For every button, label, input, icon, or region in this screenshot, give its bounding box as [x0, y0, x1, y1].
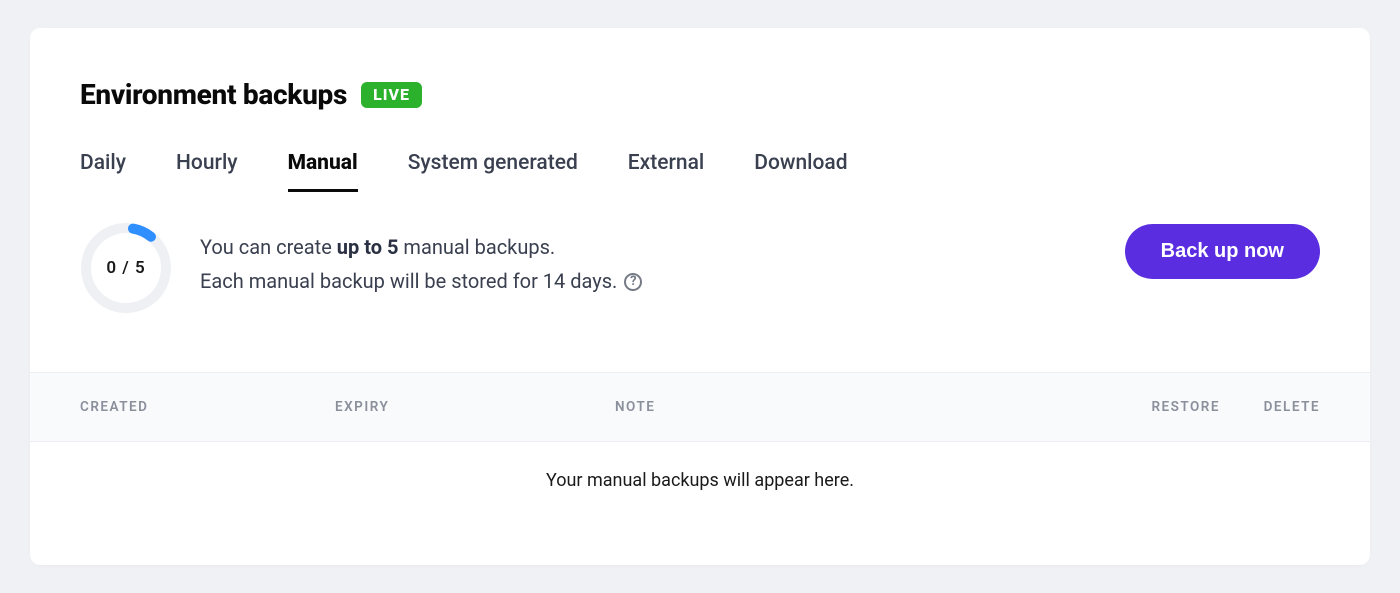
info-line-1-pre: You can create: [200, 235, 337, 259]
column-header-delete: DELETE: [1220, 399, 1320, 415]
page-title: Environment backups: [80, 78, 347, 111]
tab-external[interactable]: External: [628, 151, 704, 192]
tabs: Daily Hourly Manual System generated Ext…: [30, 111, 1370, 192]
info-row: 0 / 5 You can create up to 5 manual back…: [30, 192, 1370, 314]
backups-card: Environment backups LIVE Daily Hourly Ma…: [30, 28, 1370, 565]
gauge-label: 0 / 5: [80, 222, 172, 314]
tab-download[interactable]: Download: [754, 151, 847, 192]
tab-daily[interactable]: Daily: [80, 151, 126, 192]
info-line-1-strong: up to 5: [337, 235, 399, 259]
backup-now-button[interactable]: Back up now: [1125, 224, 1320, 279]
info-line-2-text: Each manual backup will be stored for 14…: [200, 269, 617, 293]
help-icon[interactable]: ?: [624, 273, 642, 291]
usage-gauge: 0 / 5: [80, 222, 172, 314]
column-header-created: CREATED: [80, 399, 335, 415]
header-row: Environment backups LIVE: [30, 28, 1370, 111]
table-header: CREATED EXPIRY NOTE RESTORE DELETE: [30, 372, 1370, 442]
tab-system-generated[interactable]: System generated: [408, 151, 578, 192]
info-text: You can create up to 5 manual backups. E…: [200, 222, 1097, 298]
tab-hourly[interactable]: Hourly: [176, 151, 238, 192]
column-header-restore: RESTORE: [1070, 399, 1220, 415]
info-line-1: You can create up to 5 manual backups.: [200, 230, 1097, 264]
tab-manual[interactable]: Manual: [288, 151, 358, 192]
column-header-note: NOTE: [615, 399, 1070, 415]
empty-state-message: Your manual backups will appear here.: [30, 442, 1370, 521]
info-line-1-post: manual backups.: [398, 235, 555, 259]
info-line-2: Each manual backup will be stored for 14…: [200, 264, 1097, 298]
live-badge: LIVE: [361, 82, 422, 108]
column-header-expiry: EXPIRY: [335, 399, 615, 415]
